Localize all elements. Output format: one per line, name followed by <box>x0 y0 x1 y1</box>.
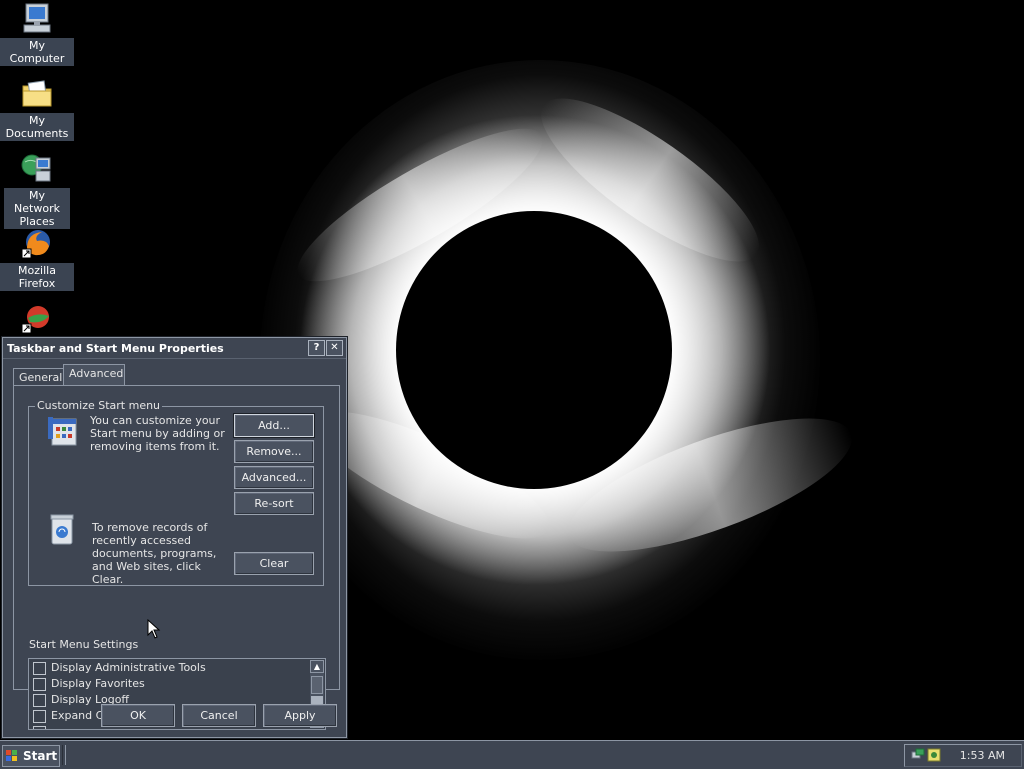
desktop-icon-label: My Documents <box>0 113 74 141</box>
start-menu-settings-label: Start Menu Settings <box>29 638 139 651</box>
checkbox[interactable] <box>33 726 46 729</box>
tab-advanced[interactable]: Advanced <box>63 364 125 385</box>
computer-icon <box>20 2 54 36</box>
checkbox[interactable] <box>33 694 46 707</box>
checkbox[interactable] <box>33 710 46 723</box>
desktop-icon-label: My Network Places <box>4 188 70 229</box>
close-button[interactable]: ✕ <box>326 340 343 356</box>
taskbar-properties-dialog: Taskbar and Start Menu Properties ? ✕ Ge… <box>2 337 347 738</box>
dialog-titlebar[interactable]: Taskbar and Start Menu Properties ? ✕ <box>3 338 346 359</box>
ok-button[interactable]: OK <box>101 704 175 727</box>
taskbar: Start 1:53 AM <box>0 740 1024 769</box>
recycle-bin-icon <box>48 512 76 546</box>
desktop-icon-my-network-places[interactable]: My Network Places <box>0 152 74 229</box>
security-tray-icon[interactable] <box>927 748 941 762</box>
folder-icon <box>20 77 54 111</box>
advanced-tab-panel: Customize Start menu You can customize y… <box>13 385 340 730</box>
clear-description: To remove records of recently accessed d… <box>92 521 217 586</box>
checkbox[interactable] <box>33 678 46 691</box>
mouse-cursor-icon <box>147 618 161 639</box>
list-item-label: Display Administrative Tools <box>51 661 206 674</box>
cancel-button[interactable]: Cancel <box>182 704 256 727</box>
help-button[interactable]: ? <box>308 340 325 356</box>
list-item-label: Display Favorites <box>51 677 145 690</box>
taskbar-separator <box>62 745 66 765</box>
clear-button[interactable]: Clear <box>234 552 314 575</box>
customize-description: You can customize your Start menu by add… <box>90 414 225 453</box>
network-icon <box>20 152 54 186</box>
dialog-title: Taskbar and Start Menu Properties <box>7 342 224 355</box>
apply-button[interactable]: Apply <box>263 704 337 727</box>
start-menu-icon <box>46 416 78 448</box>
clock[interactable]: 1:53 AM <box>960 749 1005 762</box>
scroll-up-button[interactable]: ▲ <box>310 660 324 673</box>
desktop-icon-shortcut[interactable] <box>0 302 74 338</box>
desktop-icon-label: Mozilla Firefox <box>0 263 74 291</box>
start-label: Start <box>23 749 58 763</box>
firefox-icon <box>20 227 54 261</box>
advanced-button[interactable]: Advanced... <box>234 466 314 489</box>
scroll-track[interactable] <box>311 676 323 694</box>
add-button[interactable]: Add... <box>234 414 314 437</box>
start-button[interactable]: Start <box>2 745 60 767</box>
app-shortcut-icon <box>20 302 54 336</box>
desktop-icon-my-computer[interactable]: My Computer <box>0 2 74 66</box>
resort-button[interactable]: Re-sort <box>234 492 314 515</box>
system-tray: 1:53 AM <box>904 744 1022 767</box>
windows-logo-icon <box>6 750 17 761</box>
desktop-icon-label: My Computer <box>0 38 74 66</box>
desktop-icon-mozilla-firefox[interactable]: Mozilla Firefox <box>0 227 74 291</box>
checkbox[interactable] <box>33 662 46 675</box>
remove-button[interactable]: Remove... <box>234 440 314 463</box>
network-tray-icon[interactable] <box>911 748 925 762</box>
customize-start-menu-label: Customize Start menu <box>35 399 163 412</box>
desktop-icon-my-documents[interactable]: My Documents <box>0 77 74 141</box>
eclipse-moon <box>396 211 672 489</box>
